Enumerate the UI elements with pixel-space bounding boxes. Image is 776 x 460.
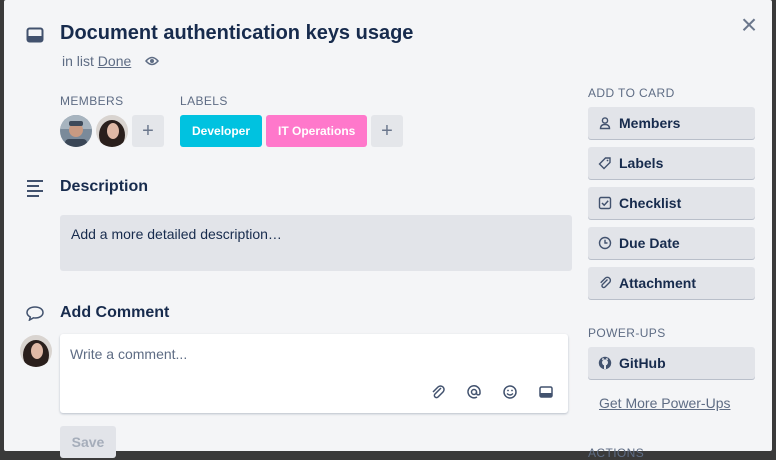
sidebar-checklist-label: Checklist <box>619 195 682 211</box>
card-list-info: in list Done <box>62 53 131 69</box>
description-input[interactable]: Add a more detailed description… <box>60 215 572 271</box>
emoji-icon[interactable] <box>502 384 518 400</box>
comment-placeholder: Write a comment... <box>70 346 188 362</box>
close-icon[interactable]: × <box>737 11 761 39</box>
sidebar-attachment-label: Attachment <box>619 275 697 291</box>
add-member-button[interactable]: + <box>132 115 164 147</box>
github-powerup-button[interactable]: GitHub <box>588 347 755 379</box>
member-avatar[interactable] <box>60 115 92 147</box>
in-list-prefix: in list <box>62 53 94 69</box>
sidebar-members-label: Members <box>619 115 681 131</box>
card-link-icon[interactable] <box>538 384 554 400</box>
comment-icon <box>26 306 44 321</box>
comment-input[interactable]: Write a comment... <box>60 334 568 413</box>
mention-at-icon[interactable] <box>466 384 482 400</box>
description-icon <box>27 180 43 197</box>
github-icon <box>598 356 612 370</box>
members-heading: MEMBERS <box>60 94 124 108</box>
add-label-button[interactable]: + <box>371 115 403 147</box>
paperclip-icon <box>600 276 612 289</box>
watch-eye-icon[interactable] <box>145 55 159 67</box>
card-icon <box>26 27 44 43</box>
actions-heading: ACTIONS <box>588 446 645 460</box>
add-to-card-heading: ADD TO CARD <box>588 86 675 100</box>
tag-icon <box>598 157 611 170</box>
attachment-paperclip-icon[interactable] <box>430 384 446 400</box>
sidebar-due-date-label: Due Date <box>619 235 680 251</box>
member-avatar[interactable] <box>96 115 128 147</box>
labels-heading: LABELS <box>180 94 228 108</box>
card-title[interactable]: Document authentication keys usage <box>60 22 413 45</box>
github-label: GitHub <box>619 355 666 371</box>
clock-icon <box>598 236 612 250</box>
sidebar-attachment-button[interactable]: Attachment <box>588 267 755 299</box>
checkbox-icon <box>598 196 612 210</box>
person-icon <box>599 117 611 130</box>
current-user-avatar[interactable] <box>20 335 52 367</box>
sidebar-checklist-button[interactable]: Checklist <box>588 187 755 219</box>
label-developer[interactable]: Developer <box>180 115 262 147</box>
card-detail-modal: Document authentication keys usage × in … <box>4 0 772 460</box>
get-more-power-ups-link[interactable]: Get More Power-Ups <box>599 395 730 411</box>
sidebar-labels-button[interactable]: Labels <box>588 147 755 179</box>
sidebar-members-button[interactable]: Members <box>588 107 755 139</box>
power-ups-heading: POWER-UPS <box>588 326 666 340</box>
description-heading: Description <box>60 178 149 195</box>
list-link[interactable]: Done <box>98 53 131 69</box>
save-comment-button[interactable]: Save <box>60 426 116 458</box>
label-it-operations[interactable]: IT Operations <box>266 115 367 147</box>
add-comment-heading: Add Comment <box>60 304 170 321</box>
sidebar-due-date-button[interactable]: Due Date <box>588 227 755 259</box>
sidebar-labels-label: Labels <box>619 155 664 171</box>
